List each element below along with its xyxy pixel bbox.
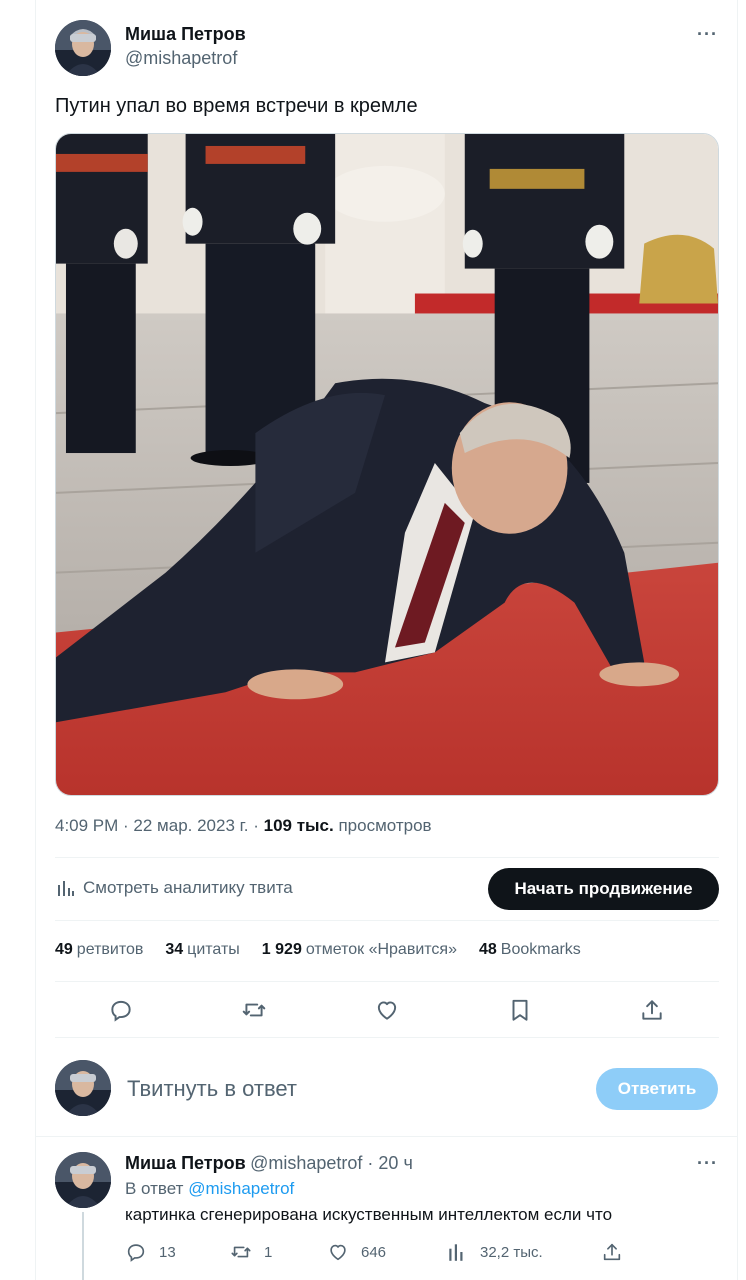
- tweet-timestamp[interactable]: 4:09 PM · 22 мар. 2023 г. ·: [55, 816, 259, 835]
- current-user-avatar[interactable]: [55, 1060, 111, 1116]
- divider: [55, 920, 719, 921]
- likes-stat[interactable]: 1 929 отметок «Нравится»: [262, 941, 457, 959]
- more-options-button[interactable]: ···: [697, 24, 718, 45]
- left-border: [35, 0, 36, 1280]
- bookmark-icon[interactable]: [507, 997, 533, 1023]
- reply-text: картинка сгенерирована искуственным инте…: [125, 1205, 613, 1224]
- reply-likes-count: 646: [361, 1243, 387, 1261]
- reply-views-count: 32,2 тыс.: [480, 1243, 543, 1261]
- reply-retweet-action[interactable]: 1: [230, 1241, 272, 1263]
- author-name[interactable]: Миша Петров: [125, 24, 246, 45]
- reply-replies-count: 13: [159, 1243, 176, 1261]
- author-avatar[interactable]: [55, 20, 111, 76]
- views-label: просмотров: [338, 816, 432, 835]
- tweet-text: Путин упал во время встречи в кремле: [55, 95, 418, 117]
- reply-submit-button[interactable]: Ответить: [596, 1068, 718, 1110]
- reply-header: Миша Петров @mishapetrof · 20 ч: [125, 1153, 413, 1174]
- divider: [55, 857, 719, 858]
- reply-input[interactable]: Твитнуть в ответ: [127, 1076, 297, 1102]
- bar-chart-icon: [55, 878, 75, 898]
- thread-line: [82, 1212, 84, 1280]
- reply-author-meta[interactable]: @mishapetrof · 20 ч: [250, 1153, 413, 1173]
- right-border: [737, 0, 738, 1280]
- reply-share-action[interactable]: [601, 1241, 623, 1263]
- reply-author-name[interactable]: Миша Петров: [125, 1153, 246, 1173]
- analytics-link[interactable]: Смотреть аналитику твита: [55, 878, 293, 898]
- author-handle[interactable]: @mishapetrof: [125, 48, 237, 69]
- replying-to-prefix: В ответ: [125, 1179, 184, 1198]
- tweet-meta: 4:09 PM · 22 мар. 2023 г. · 109 тыс. про…: [55, 816, 432, 836]
- reply-author-avatar[interactable]: [55, 1152, 111, 1208]
- bookmarks-stat[interactable]: 48 Bookmarks: [479, 941, 581, 959]
- share-icon: [601, 1241, 623, 1263]
- replying-to: В ответ @mishapetrof: [125, 1179, 294, 1199]
- reply-views-action[interactable]: 32,2 тыс.: [446, 1241, 543, 1263]
- reply-retweets-count: 1: [264, 1243, 273, 1261]
- promote-button[interactable]: Начать продвижение: [488, 868, 719, 910]
- retweets-stat[interactable]: 49 ретвитов: [55, 941, 143, 959]
- share-icon[interactable]: [639, 997, 665, 1023]
- reply-more-options-button[interactable]: ···: [697, 1153, 718, 1174]
- engagement-stats: 49 ретвитов 34 цитаты 1 929 отметок «Нравит…: [55, 941, 581, 959]
- divider: [55, 981, 719, 982]
- reply-replies-action[interactable]: 13: [125, 1241, 176, 1263]
- retweet-icon: [230, 1241, 252, 1263]
- quotes-stat[interactable]: 34 цитаты: [165, 941, 239, 959]
- divider: [35, 1136, 737, 1137]
- reply-icon[interactable]: [108, 997, 134, 1023]
- tweet-image[interactable]: [55, 133, 719, 796]
- replying-to-handle[interactable]: @mishapetrof: [188, 1179, 294, 1198]
- analytics-label: Смотреть аналитику твита: [83, 878, 293, 897]
- heart-icon[interactable]: [374, 997, 400, 1023]
- divider: [55, 1037, 719, 1038]
- retweet-icon[interactable]: [241, 997, 267, 1023]
- reply-icon: [125, 1241, 147, 1263]
- views-count: 109 тыс.: [263, 816, 334, 835]
- heart-icon: [327, 1241, 349, 1263]
- bar-chart-icon: [446, 1241, 468, 1263]
- reply-like-action[interactable]: 646: [327, 1241, 386, 1263]
